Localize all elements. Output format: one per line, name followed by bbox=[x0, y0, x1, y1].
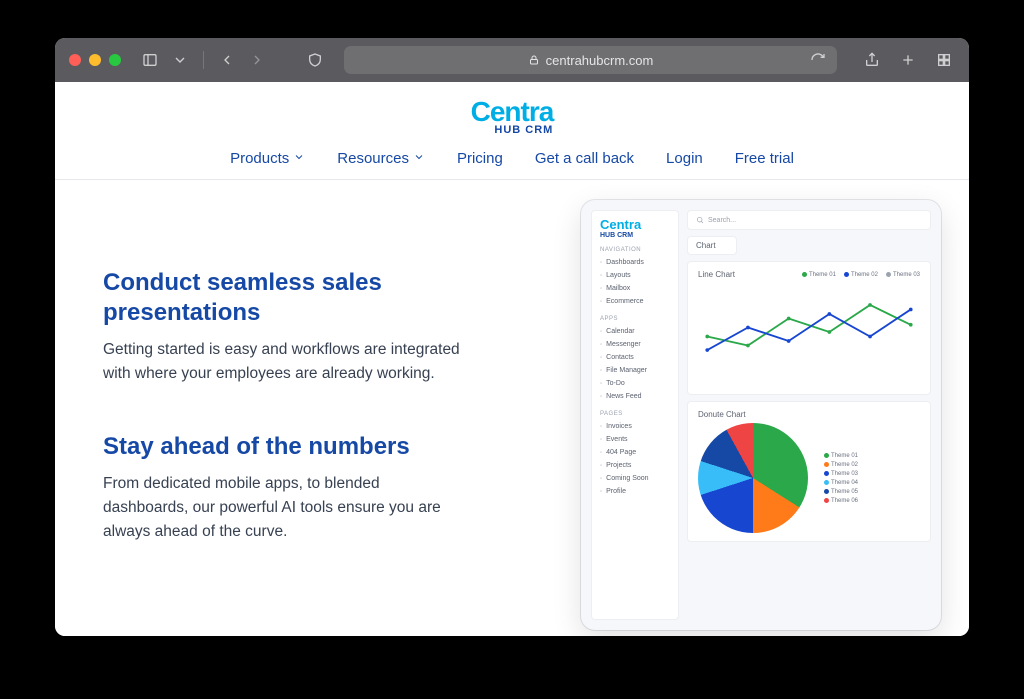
mock-tab: Chart bbox=[687, 236, 737, 255]
mock-side-item: News Feed bbox=[600, 390, 670, 403]
line-chart bbox=[698, 283, 920, 381]
mock-side-item: Events bbox=[600, 433, 670, 446]
chevron-down-icon[interactable] bbox=[169, 49, 191, 71]
browser-window: centrahubcrm.com Centra HUB CRM bbox=[55, 38, 969, 636]
nav-label: Resources bbox=[337, 150, 409, 167]
nav-trial[interactable]: Free trial bbox=[735, 150, 794, 167]
search-icon bbox=[696, 216, 704, 224]
nav-callback[interactable]: Get a call back bbox=[535, 150, 634, 167]
mock-side-item: Coming Soon bbox=[600, 472, 670, 485]
logo-row: Centra HUB CRM bbox=[55, 82, 969, 144]
dashboard-mockup: CentraHUB CRM NAVIGATION Dashboards Layo… bbox=[581, 200, 941, 630]
mock-side-item: Ecommerce bbox=[600, 295, 670, 308]
nav-pricing[interactable]: Pricing bbox=[457, 150, 503, 167]
sidebar-toggle-icon[interactable] bbox=[139, 49, 161, 71]
forward-button[interactable] bbox=[246, 49, 268, 71]
feature-body: Getting started is easy and workflows ar… bbox=[103, 338, 463, 386]
pie-legend: Theme 01 Theme 02 Theme 03 Theme 04 Them… bbox=[824, 453, 858, 504]
brand-name: Centra bbox=[471, 96, 554, 127]
sidebar-group-label: NAVIGATION bbox=[600, 247, 670, 253]
mock-side-item: Layouts bbox=[600, 269, 670, 282]
feature-title: Stay ahead of the numbers bbox=[103, 432, 479, 462]
chrome-divider bbox=[203, 51, 204, 69]
hero-illustration: CentraHUB CRM NAVIGATION Dashboards Layo… bbox=[499, 204, 921, 614]
chevron-down-icon bbox=[293, 150, 305, 167]
feature-title: Conduct seamless sales presentations bbox=[103, 268, 479, 328]
nav-label: Get a call back bbox=[535, 150, 634, 167]
nav-label: Login bbox=[666, 150, 703, 167]
minimize-window-button[interactable] bbox=[89, 54, 101, 66]
webpage-content: Centra HUB CRM Products Resources Pricin… bbox=[55, 82, 969, 636]
mock-side-item: Messenger bbox=[600, 338, 670, 351]
mock-side-item: Profile bbox=[600, 485, 670, 498]
mock-search-placeholder: Search... bbox=[708, 217, 736, 224]
feature-section-2: Stay ahead of the numbers From dedicated… bbox=[103, 432, 479, 544]
mock-side-item: Mailbox bbox=[600, 282, 670, 295]
mock-side-item: Contacts bbox=[600, 351, 670, 364]
nav-label: Pricing bbox=[457, 150, 503, 167]
card-title: Line Chart bbox=[698, 270, 735, 279]
address-bar[interactable]: centrahubcrm.com bbox=[344, 46, 837, 74]
brand-logo[interactable]: Centra HUB CRM bbox=[471, 96, 554, 136]
mock-side-item: 404 Page bbox=[600, 446, 670, 459]
reload-icon[interactable] bbox=[807, 49, 829, 71]
mock-line-chart-card: Line Chart Theme 01 Theme 02 Theme 03 bbox=[687, 261, 931, 395]
address-bar-url: centrahubcrm.com bbox=[546, 53, 654, 68]
nav-label: Products bbox=[230, 150, 289, 167]
tab-overview-icon[interactable] bbox=[933, 49, 955, 71]
hero-section: Conduct seamless sales presentations Get… bbox=[55, 180, 969, 614]
mock-side-item: Dashboards bbox=[600, 256, 670, 269]
mock-side-item: File Manager bbox=[600, 364, 670, 377]
window-controls bbox=[69, 54, 121, 66]
browser-chrome: centrahubcrm.com bbox=[55, 38, 969, 82]
feature-section-1: Conduct seamless sales presentations Get… bbox=[103, 268, 479, 386]
mock-side-item: Invoices bbox=[600, 420, 670, 433]
feature-body: From dedicated mobile apps, to blended d… bbox=[103, 472, 463, 544]
nav-label: Free trial bbox=[735, 150, 794, 167]
sidebar-group-label: PAGES bbox=[600, 411, 670, 417]
maximize-window-button[interactable] bbox=[109, 54, 121, 66]
back-button[interactable] bbox=[216, 49, 238, 71]
chevron-down-icon bbox=[413, 150, 425, 167]
mock-main: Search... Chart Line Chart Theme 01 Them… bbox=[687, 210, 931, 620]
nav-resources[interactable]: Resources bbox=[337, 150, 425, 167]
pie-chart bbox=[698, 423, 808, 533]
mock-donut-chart-card: Donute Chart Theme 01 Theme 02 Theme 03 … bbox=[687, 401, 931, 542]
lock-icon bbox=[528, 54, 540, 66]
mock-sidebar: CentraHUB CRM NAVIGATION Dashboards Layo… bbox=[591, 210, 679, 620]
sidebar-group-label: APPS bbox=[600, 316, 670, 322]
new-tab-icon[interactable] bbox=[897, 49, 919, 71]
mock-side-item: Calendar bbox=[600, 325, 670, 338]
mock-side-item: Projects bbox=[600, 459, 670, 472]
nav-login[interactable]: Login bbox=[666, 150, 703, 167]
mock-logo: CentraHUB CRM bbox=[600, 217, 670, 239]
mock-side-item: To-Do bbox=[600, 377, 670, 390]
card-title: Donute Chart bbox=[698, 410, 920, 419]
primary-nav: Products Resources Pricing Get a call ba… bbox=[55, 144, 969, 180]
share-icon[interactable] bbox=[861, 49, 883, 71]
mock-search: Search... bbox=[687, 210, 931, 230]
line-legend: Theme 01 Theme 02 Theme 03 bbox=[802, 272, 920, 278]
close-window-button[interactable] bbox=[69, 54, 81, 66]
shield-icon[interactable] bbox=[304, 49, 326, 71]
hero-copy: Conduct seamless sales presentations Get… bbox=[103, 204, 479, 614]
nav-products[interactable]: Products bbox=[230, 150, 305, 167]
